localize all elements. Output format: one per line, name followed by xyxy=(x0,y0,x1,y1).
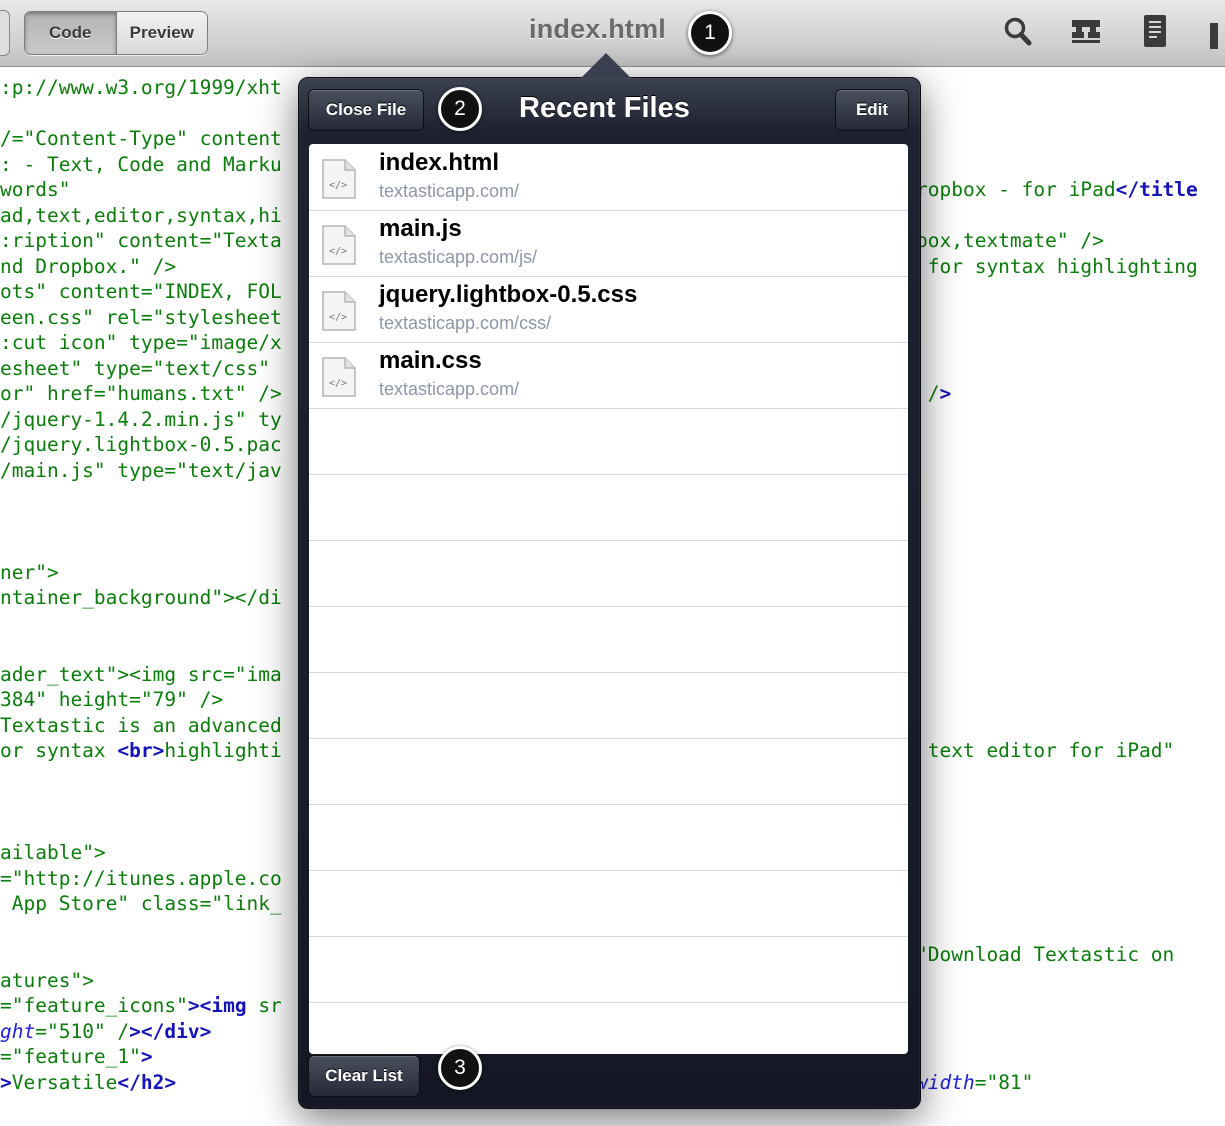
code-line: atures"> xyxy=(0,968,94,992)
edit-button[interactable]: Edit xyxy=(835,89,909,131)
close-file-button[interactable]: Close File xyxy=(308,89,424,131)
code-line: /="Content-Type" content xyxy=(0,127,282,150)
list-separator xyxy=(309,672,908,673)
file-path: textasticapp.com/ xyxy=(379,181,520,201)
svg-text:</>: </> xyxy=(329,378,347,389)
code-line: ="feature_1"> xyxy=(0,1045,153,1068)
list-separator xyxy=(309,606,908,607)
search-icon[interactable] xyxy=(1002,14,1034,50)
recent-files-title: Recent Files xyxy=(519,92,690,124)
code-line: ght="510" /></div> xyxy=(0,1019,212,1043)
code-line: App Store" class="link_ xyxy=(0,892,282,915)
code-line: 384" height="79" /> xyxy=(0,688,224,711)
view-mode-segmented-control[interactable]: Code Preview xyxy=(24,11,208,55)
code-line-right: /> xyxy=(916,382,952,405)
svg-text:</>: </> xyxy=(329,312,347,323)
list-separator xyxy=(309,804,908,805)
list-separator xyxy=(309,408,908,409)
document-title[interactable]: index.html xyxy=(529,14,666,45)
code-line: or" href="humans.txt" /> xyxy=(0,382,282,405)
code-line: ailable"> xyxy=(0,841,106,864)
outline-icon[interactable] xyxy=(1070,14,1102,50)
file-path: textasticapp.com/js/ xyxy=(379,247,538,267)
callout-badge-1: 1 xyxy=(688,11,732,55)
clear-list-button[interactable]: Clear List xyxy=(308,1055,420,1097)
code-file-icon: </> xyxy=(322,357,356,397)
list-separator xyxy=(309,870,908,871)
code-line: esheet" type="text/css" xyxy=(0,356,271,380)
popover-arrow xyxy=(581,53,631,78)
recent-files-popover: Close File Recent Files Edit </> index.ht… xyxy=(298,77,921,1109)
file-name: main.css xyxy=(379,347,482,374)
code-line: words" xyxy=(0,178,71,201)
code-line-right: width="81" xyxy=(916,1070,1034,1094)
code-file-icon: </> xyxy=(322,159,356,199)
list-separator xyxy=(309,738,908,739)
code-line: >Versatile</h2> xyxy=(0,1070,177,1094)
code-line-right: text editor for iPad" xyxy=(916,739,1175,762)
code-line: :p://www.w3.org/1999/xht xyxy=(0,76,282,99)
code-line: ="feature_icons"><img sr xyxy=(0,994,282,1017)
code-line: ots" content="INDEX, FOL xyxy=(0,280,282,303)
toolbar-overflow-icon[interactable] xyxy=(1210,23,1218,49)
code-line-right: "Download Textastic on xyxy=(916,943,1175,966)
back-button[interactable] xyxy=(0,10,10,56)
recent-file-row[interactable]: </> main.css textasticapp.com/ xyxy=(309,342,908,408)
svg-text:</>: </> xyxy=(329,180,347,191)
code-line: Textastic is an advanced xyxy=(0,713,282,737)
code-line: :ription" content="Texta xyxy=(0,229,282,252)
list-separator xyxy=(309,474,908,475)
file-name: jquery.lightbox-0.5.css xyxy=(379,281,638,308)
code-line: : - Text, Code and Marku xyxy=(0,152,282,176)
code-file-icon: </> xyxy=(322,225,356,265)
file-name: main.js xyxy=(379,215,462,242)
code-line: /jquery-1.4.2.min.js" ty xyxy=(0,407,282,431)
file-path: textasticapp.com/ xyxy=(379,379,520,399)
code-line-right: for syntax highlighting xyxy=(916,254,1198,278)
callout-badge-3: 3 xyxy=(438,1046,482,1090)
code-file-icon: </> xyxy=(322,291,356,331)
code-line: nd Dropbox." /> xyxy=(0,254,177,278)
code-line: een.css" rel="stylesheet xyxy=(0,305,282,329)
list-separator xyxy=(309,1002,908,1003)
recent-files-list: </> index.html textasticapp.com/ </> main.js… xyxy=(309,144,908,1054)
code-line: ader_text"><img src="ima xyxy=(0,662,282,686)
list-separator xyxy=(309,936,908,937)
file-name: index.html xyxy=(379,149,500,176)
recent-file-row[interactable]: </> jquery.lightbox-0.5.css textasticapp.c… xyxy=(309,276,908,342)
recent-file-row[interactable]: </> main.js textasticapp.com/js/ xyxy=(309,210,908,276)
code-mode-button[interactable]: Code xyxy=(25,12,117,54)
document-icon[interactable] xyxy=(1140,14,1172,50)
preview-mode-button[interactable]: Preview xyxy=(116,12,207,54)
code-line: or syntax <br>highlighti xyxy=(0,739,282,762)
recent-file-row[interactable]: </> index.html textasticapp.com/ xyxy=(309,144,908,210)
code-line-right: ropbox - for iPad</title xyxy=(916,178,1198,201)
code-line-right: box,textmate" /> xyxy=(916,229,1104,252)
file-path: textasticapp.com/css/ xyxy=(379,313,552,333)
code-line: :cut icon" type="image/x xyxy=(0,331,282,354)
code-line: ntainer_background"></di xyxy=(0,586,282,609)
code-line: ="http://itunes.apple.co xyxy=(0,866,282,890)
code-line: ner"> xyxy=(0,560,59,584)
list-separator xyxy=(309,540,908,541)
callout-badge-2: 2 xyxy=(438,87,482,131)
code-line: /main.js" type="text/jav xyxy=(0,458,282,482)
svg-text:</>: </> xyxy=(329,246,347,257)
code-line: ad,text,editor,syntax,hi xyxy=(0,203,282,227)
code-line: /jquery.lightbox-0.5.pac xyxy=(0,433,282,456)
